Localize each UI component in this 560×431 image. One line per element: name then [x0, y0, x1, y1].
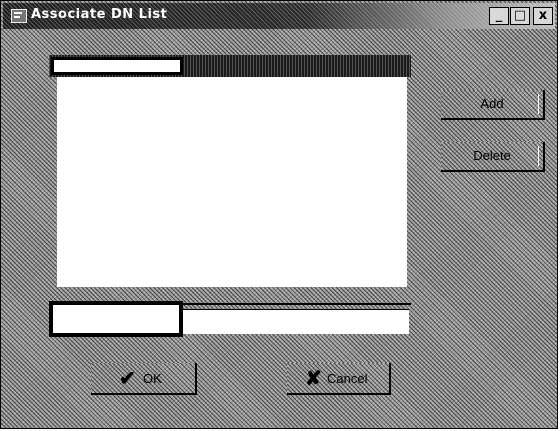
delete-button-label: Delete	[473, 148, 511, 163]
dn-list[interactable]	[57, 77, 407, 287]
add-button-label: Add	[480, 96, 504, 111]
delete-button[interactable]: Delete	[441, 142, 545, 172]
maximize-button[interactable]: □	[510, 7, 530, 25]
ok-button-label: OK	[143, 371, 162, 386]
cancel-button-label: Cancel	[327, 371, 368, 386]
title-bar[interactable]: Associate DN List _ □ x	[3, 3, 555, 29]
app-window-icon	[11, 9, 27, 23]
checkmark-icon: ✔	[119, 368, 136, 390]
dn-entry-field-extension[interactable]	[183, 309, 409, 334]
associate-dn-list-dialog: Associate DN List _ □ x Add Delete ✔ OK …	[0, 0, 558, 429]
dn-list-column-field[interactable]	[51, 57, 183, 75]
add-button[interactable]: Add	[441, 90, 545, 120]
cancel-button[interactable]: ✘ Cancel	[287, 363, 391, 395]
window-title: Associate DN List	[31, 7, 168, 22]
close-button[interactable]: x	[533, 7, 553, 25]
cross-icon: ✘	[305, 368, 322, 390]
minimize-button[interactable]: _	[489, 7, 509, 25]
ok-button[interactable]: ✔ OK	[91, 363, 197, 395]
dn-entry-input[interactable]	[49, 301, 183, 337]
